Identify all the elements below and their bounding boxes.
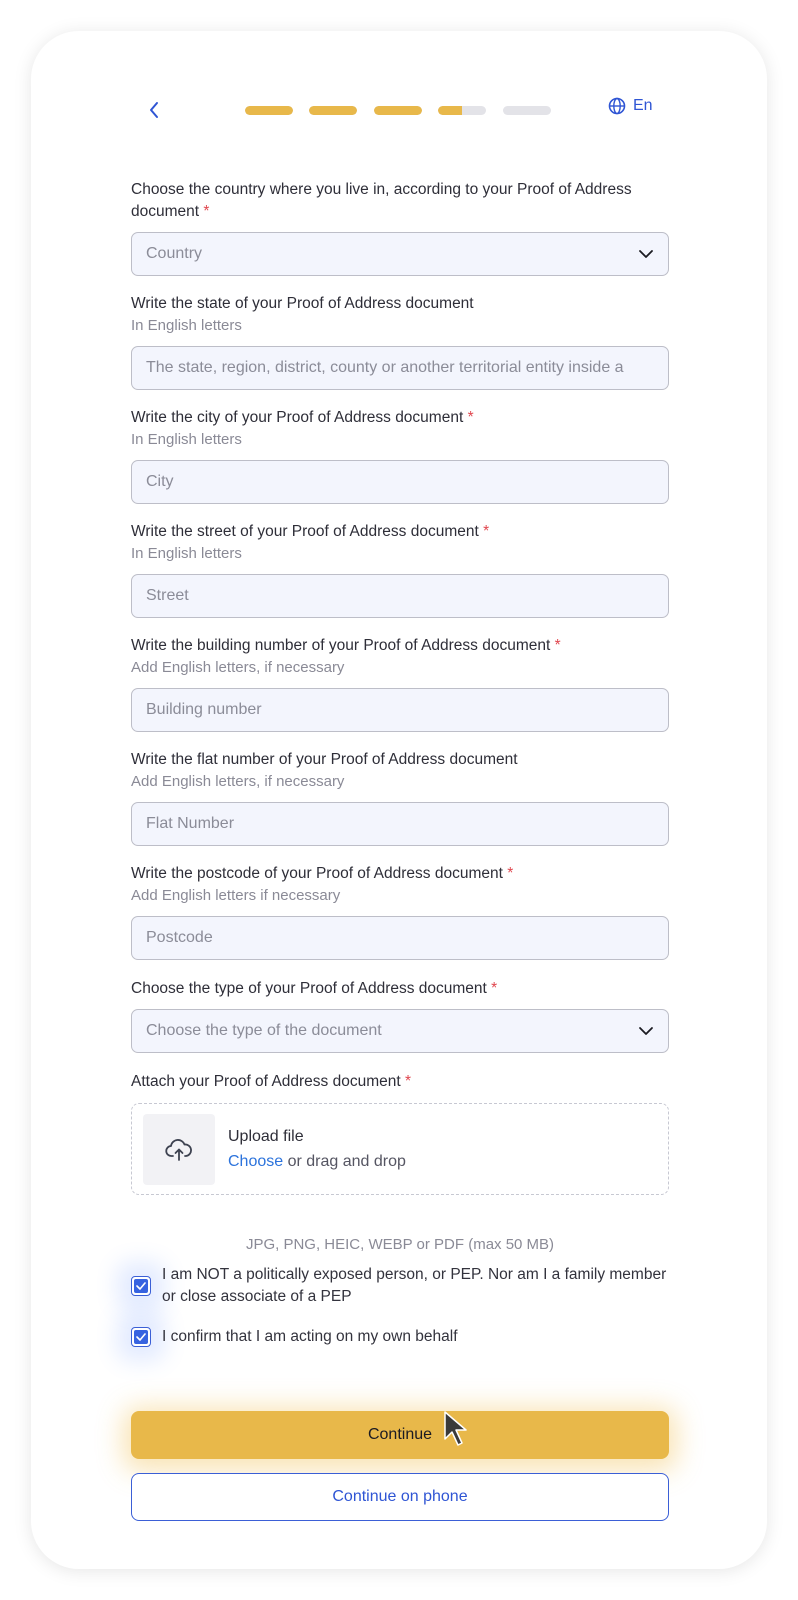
building-label: Write the building number of your Proof … (131, 637, 561, 654)
progress-step-2 (309, 106, 357, 115)
chevron-left-icon (150, 102, 158, 118)
upload-subtitle: Choose or drag and drop (228, 1153, 406, 1171)
street-hint: In English letters (131, 545, 242, 562)
state-field: Write the state of your Proof of Address… (131, 293, 669, 390)
chevron-down-icon (639, 1027, 653, 1035)
postcode-label: Write the postcode of your Proof of Addr… (131, 865, 514, 882)
street-placeholder: Street (146, 587, 189, 604)
globe-icon (608, 97, 626, 115)
country-field: Choose the country where you live in, ac… (131, 179, 669, 276)
city-field: Write the city of your Proof of Address … (131, 407, 669, 504)
pep-checkbox-label: I am NOT a politically exposed person, o… (162, 1266, 667, 1305)
city-input[interactable]: City (131, 460, 669, 504)
city-placeholder: City (146, 473, 174, 490)
upload-dropzone[interactable]: Upload file Choose or drag and drop (131, 1103, 669, 1195)
continue-on-phone-button[interactable]: Continue on phone (131, 1473, 669, 1521)
country-select[interactable]: Country (131, 232, 669, 276)
flat-placeholder: Flat Number (146, 815, 235, 832)
postcode-input[interactable]: Postcode (131, 916, 669, 960)
postcode-hint: Add English letters if necessary (131, 887, 341, 904)
city-label: Write the city of your Proof of Address … (131, 409, 474, 426)
form-card: En Choose the country where you live in,… (31, 31, 767, 1569)
doc-type-field: Choose the type of your Proof of Address… (131, 978, 669, 1053)
top-bar: En (31, 91, 767, 131)
upload-field: Attach your Proof of Address document * … (131, 1071, 669, 1195)
pep-checkbox[interactable] (131, 1276, 151, 1296)
flat-label: Write the flat number of your Proof of A… (131, 751, 518, 768)
drag-drop-text: or drag and drop (283, 1153, 406, 1170)
cloud-upload-icon (165, 1138, 192, 1161)
street-field: Write the street of your Proof of Addres… (131, 521, 669, 618)
upload-formats-note: JPG, PNG, HEIC, WEBP or PDF (max 50 MB) (245, 1236, 555, 1253)
back-button[interactable] (141, 97, 167, 123)
upload-icon-box (143, 1114, 215, 1185)
doc-type-select[interactable]: Choose the type of the document (131, 1009, 669, 1053)
progress-step-5 (503, 106, 551, 115)
mouse-pointer-icon (440, 1409, 472, 1454)
own-behalf-checkbox[interactable] (131, 1327, 151, 1347)
postcode-placeholder: Postcode (146, 929, 213, 946)
state-hint: In English letters (131, 317, 242, 334)
country-label: Choose the country where you live in, ac… (131, 181, 632, 220)
upload-label: Attach your Proof of Address document * (131, 1073, 412, 1090)
flat-field: Write the flat number of your Proof of A… (131, 749, 669, 846)
state-label: Write the state of your Proof of Address… (131, 295, 474, 312)
continue-button[interactable]: Continue (131, 1411, 669, 1459)
building-placeholder: Building number (146, 701, 262, 718)
language-switcher[interactable]: En (608, 97, 653, 115)
building-field: Write the building number of your Proof … (131, 635, 669, 732)
progress-step-4 (438, 106, 486, 115)
choose-file-link[interactable]: Choose (228, 1153, 283, 1170)
doc-type-label: Choose the type of your Proof of Address… (131, 980, 498, 997)
postcode-field: Write the postcode of your Proof of Addr… (131, 863, 669, 960)
doc-type-placeholder: Choose the type of the document (146, 1022, 382, 1039)
chevron-down-icon (639, 250, 653, 258)
street-label: Write the street of your Proof of Addres… (131, 523, 490, 540)
flat-input[interactable]: Flat Number (131, 802, 669, 846)
street-input[interactable]: Street (131, 574, 669, 618)
own-behalf-checkbox-label: I confirm that I am acting on my own beh… (162, 1328, 458, 1345)
flat-hint: Add English letters, if necessary (131, 773, 345, 790)
building-input[interactable]: Building number (131, 688, 669, 732)
state-input[interactable]: The state, region, district, county or a… (131, 346, 669, 390)
building-hint: Add English letters, if necessary (131, 659, 345, 676)
language-label: En (633, 97, 653, 114)
city-hint: In English letters (131, 431, 242, 448)
checkmark-icon (136, 1282, 146, 1290)
checkmark-icon (136, 1333, 146, 1341)
progress-step-3 (374, 106, 422, 115)
state-placeholder: The state, region, district, county or a… (146, 359, 624, 376)
own-behalf-checkbox-row[interactable]: I confirm that I am acting on my own beh… (131, 1326, 671, 1348)
country-placeholder: Country (146, 245, 203, 262)
pep-checkbox-row[interactable]: I am NOT a politically exposed person, o… (131, 1264, 671, 1308)
upload-title: Upload file (228, 1128, 304, 1145)
progress-step-1 (245, 106, 293, 115)
